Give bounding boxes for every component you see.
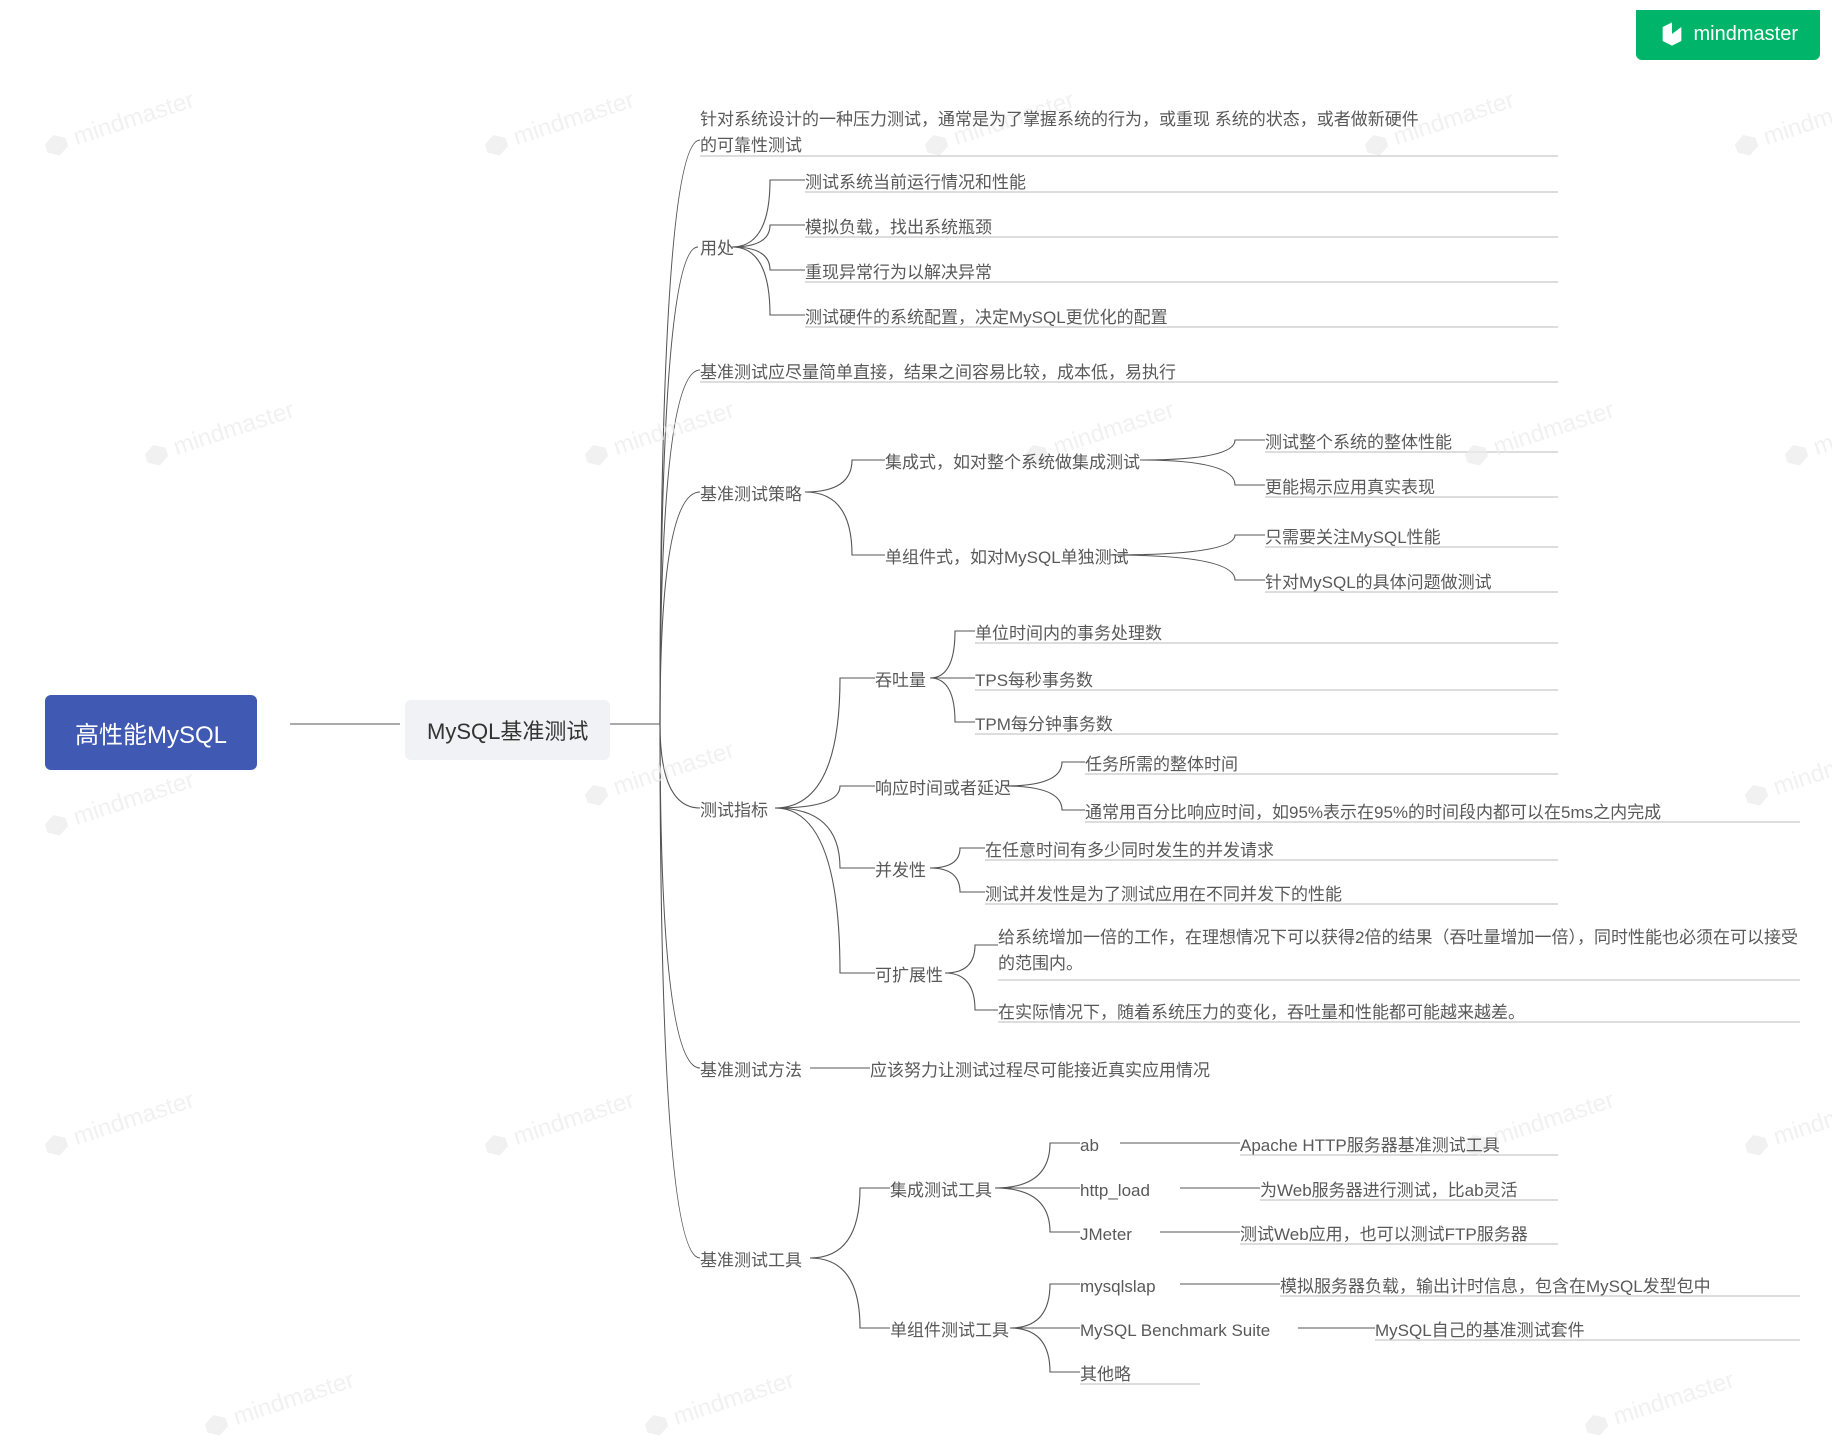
tool-httpload-name[interactable]: http_load	[1080, 1178, 1150, 1204]
tool-mysqlslap-name[interactable]: mysqlslap	[1080, 1274, 1156, 1300]
strategy-component[interactable]: 单组件式，如对MySQL单独测试	[885, 545, 1129, 571]
usage-item-1[interactable]: 模拟负载，找出系统瓶颈	[805, 215, 992, 241]
brand-icon	[1658, 20, 1686, 48]
branch-strategy[interactable]: 基准测试策略	[700, 482, 802, 508]
tool-benchmark-name[interactable]: MySQL Benchmark Suite	[1080, 1318, 1270, 1344]
tool-ab-desc[interactable]: Apache HTTP服务器基准测试工具	[1240, 1133, 1500, 1159]
root-node[interactable]: 高性能MySQL	[45, 695, 257, 770]
strategy-integration[interactable]: 集成式，如对整个系统做集成测试	[885, 450, 1140, 476]
latency-sub-0[interactable]: 任务所需的整体时间	[1085, 752, 1238, 778]
level1-label: MySQL基准测试	[427, 719, 588, 744]
brand-text: mindmaster	[1694, 23, 1798, 46]
tool-mysqlslap-desc[interactable]: 模拟服务器负载，输出计时信息，包含在MySQL发型包中	[1280, 1274, 1711, 1300]
tool-jmeter-name[interactable]: JMeter	[1080, 1222, 1132, 1248]
strategy-component-sub-0[interactable]: 只需要关注MySQL性能	[1265, 525, 1441, 551]
scalability-sub-0[interactable]: 给系统增加一倍的工作，在理想情况下可以获得2倍的结果（吞吐量增加一倍），同时性能…	[998, 925, 1798, 976]
concurrency-sub-0[interactable]: 在任意时间有多少同时发生的并发请求	[985, 838, 1274, 864]
throughput-sub-1[interactable]: TPS每秒事务数	[975, 668, 1093, 694]
branch-method[interactable]: 基准测试方法	[700, 1058, 802, 1084]
branch-metrics[interactable]: 测试指标	[700, 798, 768, 824]
tools-integration[interactable]: 集成测试工具	[890, 1178, 992, 1204]
tool-httpload-desc[interactable]: 为Web服务器进行测试，比ab灵活	[1260, 1178, 1518, 1204]
branch-simple[interactable]: 基准测试应尽量简单直接，结果之间容易比较，成本低，易执行	[700, 360, 1176, 386]
metric-latency[interactable]: 响应时间或者延迟	[875, 776, 1011, 802]
usage-item-0[interactable]: 测试系统当前运行情况和性能	[805, 170, 1026, 196]
throughput-sub-0[interactable]: 单位时间内的事务处理数	[975, 621, 1162, 647]
tools-component[interactable]: 单组件测试工具	[890, 1318, 1009, 1344]
tool-benchmark-desc[interactable]: MySQL自己的基准测试套件	[1375, 1318, 1585, 1344]
usage-item-2[interactable]: 重现异常行为以解决异常	[805, 260, 992, 286]
metric-throughput[interactable]: 吞吐量	[875, 668, 926, 694]
strategy-integration-sub-1[interactable]: 更能揭示应用真实表现	[1265, 475, 1435, 501]
throughput-sub-2[interactable]: TPM每分钟事务数	[975, 712, 1113, 738]
branch-tools[interactable]: 基准测试工具	[700, 1248, 802, 1274]
latency-sub-1[interactable]: 通常用百分比响应时间，如95%表示在95%的时间段内都可以在5ms之内完成	[1085, 800, 1661, 826]
metric-concurrency[interactable]: 并发性	[875, 858, 926, 884]
branch-usage[interactable]: 用处	[700, 236, 734, 262]
concurrency-sub-1[interactable]: 测试并发性是为了测试应用在不同并发下的性能	[985, 882, 1342, 908]
method-detail[interactable]: 应该努力让测试过程尽可能接近真实应用情况	[870, 1058, 1210, 1084]
scalability-sub-1[interactable]: 在实际情况下，随着系统压力的变化，吞吐量和性能都可能越来越差。	[998, 1000, 1525, 1026]
level1-node[interactable]: MySQL基准测试	[405, 700, 610, 760]
brand-badge: mindmaster	[1636, 10, 1820, 60]
strategy-component-sub-1[interactable]: 针对MySQL的具体问题做测试	[1265, 570, 1492, 596]
tool-jmeter-desc[interactable]: 测试Web应用，也可以测试FTP服务器	[1240, 1222, 1528, 1248]
strategy-integration-sub-0[interactable]: 测试整个系统的整体性能	[1265, 430, 1452, 456]
root-label: 高性能MySQL	[75, 722, 227, 749]
tool-other-name[interactable]: 其他略	[1080, 1362, 1131, 1388]
usage-item-3[interactable]: 测试硬件的系统配置，决定MySQL更优化的配置	[805, 305, 1168, 331]
branch-stress-test[interactable]: 针对系统设计的一种压力测试，通常是为了掌握系统的行为，或重现 系统的状态，或者做…	[700, 107, 1430, 158]
metric-scalability[interactable]: 可扩展性	[875, 963, 943, 989]
tool-ab-name[interactable]: ab	[1080, 1133, 1099, 1159]
